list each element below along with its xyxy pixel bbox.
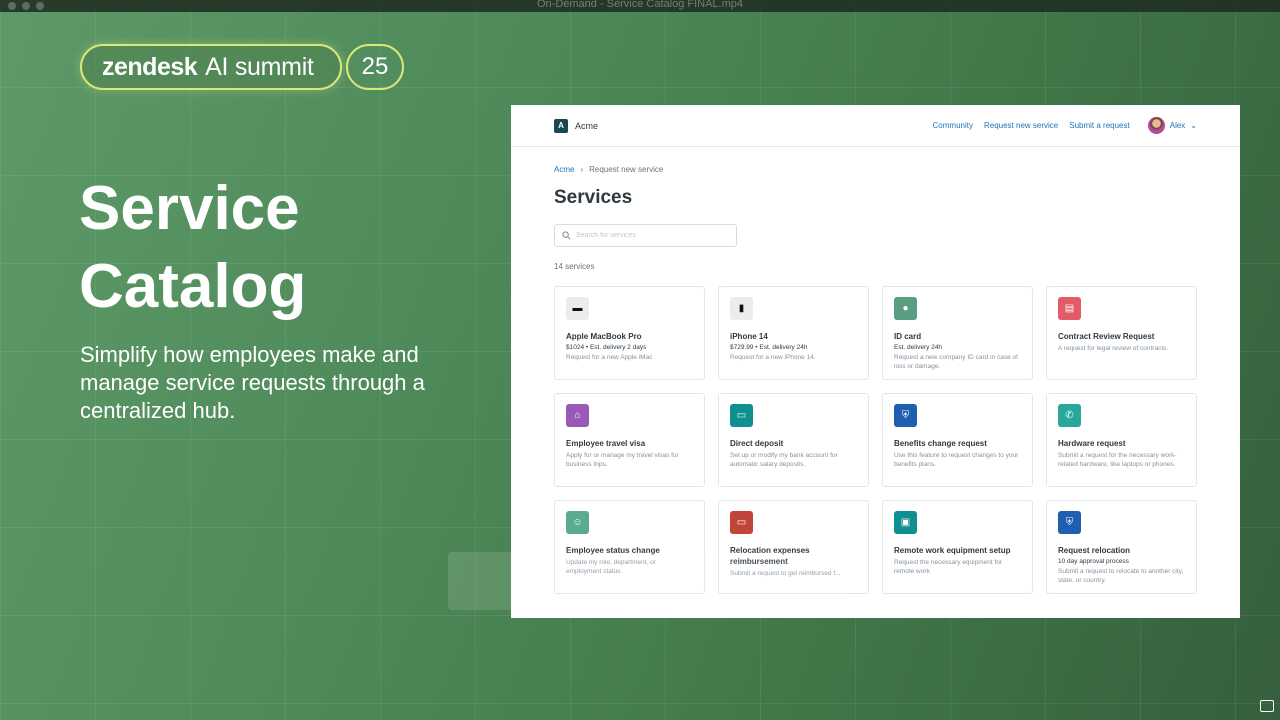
service-meta: Est. delivery 24h	[894, 344, 943, 351]
event-name: AI summit	[205, 52, 314, 81]
shield-icon: ⛨	[1058, 511, 1081, 534]
video-title: On-Demand - Service Catalog FINAL.mp4	[536, 0, 744, 10]
service-card[interactable]: ⛨ Request relocation 10 day approval proce…	[1046, 500, 1197, 594]
video-frame: On-Demand - Service Catalog FINAL.mp4 ze…	[0, 0, 1280, 720]
service-meta: $729.99 • Est. delivery 24h	[730, 344, 808, 351]
laptop-icon: ▬	[566, 297, 589, 320]
phone-call-icon: ✆	[1058, 404, 1081, 427]
service-description: Use this feature to request changes to y…	[894, 452, 1019, 468]
user-add-icon: ☺	[566, 511, 589, 534]
service-title: Direct deposit	[730, 439, 784, 448]
service-title: Hardware request	[1058, 439, 1126, 448]
app-header: A Acme Community Request new service Sub…	[511, 105, 1240, 147]
breadcrumb-home[interactable]: Acme	[554, 165, 574, 174]
chevron-right-icon: ›	[580, 165, 584, 174]
card-icon: ▭	[730, 511, 753, 534]
breadcrumb-current: Request new service	[589, 165, 664, 174]
service-card[interactable]: ⌂ Employee travel visa Apply for or manage…	[554, 393, 705, 487]
monitor-icon: ▣	[894, 511, 917, 534]
service-title: Request relocation	[1058, 546, 1131, 555]
service-card[interactable]: ⛨ Benefits change request Use this feature…	[882, 393, 1033, 487]
service-title: Benefits change request	[894, 439, 987, 448]
service-title: Contract Review Request	[1058, 332, 1155, 341]
top-nav: Community Request new service Submit a r…	[933, 117, 1197, 134]
main-content: Acme › Request new service Services 14 s…	[511, 147, 1240, 594]
service-card[interactable]: ▬ Apple MacBook Pro $1024 • Est. delivery …	[554, 286, 705, 380]
service-description: Request the necessary equipment for remo…	[894, 559, 1003, 575]
service-card[interactable]: ▭ Direct deposit Set up or modify my bank …	[718, 393, 869, 487]
services-grid: ▬ Apple MacBook Pro $1024 • Est. delivery …	[554, 286, 1197, 594]
chevron-down-icon[interactable]: ⌄	[1190, 121, 1197, 130]
search-box[interactable]	[554, 224, 737, 247]
nav-submit-request[interactable]: Submit a request	[1069, 121, 1129, 130]
service-title: Apple MacBook Pro	[566, 332, 642, 341]
nav-request-new-service[interactable]: Request new service	[984, 121, 1058, 130]
user-menu[interactable]: Alex ⌄	[1147, 117, 1197, 134]
service-card[interactable]: ● ID card Est. delivery 24h Request a new c…	[882, 286, 1033, 380]
service-description: Set up or modify my bank account for aut…	[730, 452, 838, 468]
breadcrumb: Acme › Request new service	[554, 165, 1197, 174]
search-icon	[562, 231, 571, 240]
shield-icon: ⛨	[894, 404, 917, 427]
hero-title-line1: Service	[79, 174, 300, 243]
service-card[interactable]: ▣ Remote work equipment setup Request the …	[882, 500, 1033, 594]
travel-icon: ⌂	[566, 404, 589, 427]
services-count: 14 services	[554, 262, 595, 271]
help-center-window: A Acme Community Request new service Sub…	[511, 105, 1240, 618]
service-description: Request for a new iPhone 14.	[730, 354, 816, 361]
deposit-icon: ▭	[730, 404, 753, 427]
acme-logo-icon[interactable]: A	[554, 118, 568, 133]
contract-icon: ▤	[1058, 297, 1081, 320]
service-meta: 10 day approval process	[1058, 558, 1129, 565]
hero-subtitle: Simplify how employees make and manage s…	[80, 342, 425, 423]
player-controls-overlay[interactable]	[448, 552, 843, 610]
service-card[interactable]: ▮ iPhone 14 $729.99 • Est. delivery 24h Req…	[718, 286, 869, 380]
service-description: A request for legal review of contracts.	[1058, 345, 1169, 352]
service-title: Remote work equipment setup	[894, 546, 1011, 555]
hero-title: Service Catalog	[79, 170, 439, 326]
user-name[interactable]: Alex	[1170, 121, 1186, 130]
phone-icon: ▮	[730, 297, 753, 320]
page-title: Services	[554, 187, 633, 208]
service-description: Apply for or manage my travel visas for …	[566, 452, 679, 468]
service-description: Request for a new Apple iMac	[566, 354, 653, 361]
captions-icon[interactable]	[1260, 700, 1274, 712]
service-card[interactable]: ✆ Hardware request Submit a request for th…	[1046, 393, 1197, 487]
service-title: Employee travel visa	[566, 439, 646, 448]
service-title: iPhone 14	[730, 332, 768, 341]
service-description: Submit a request to relocate to another …	[1058, 568, 1184, 584]
service-title: ID card	[894, 332, 922, 341]
id-card-icon: ●	[894, 297, 917, 320]
nav-community[interactable]: Community	[933, 121, 973, 130]
service-description: Request a new company ID card in case of…	[894, 354, 1018, 370]
app-name[interactable]: Acme	[575, 121, 598, 131]
service-card[interactable]: ▤ Contract Review Request A request for le…	[1046, 286, 1197, 380]
service-description: Submit a request for the necessary work-…	[1058, 452, 1177, 468]
event-year-badge: 25	[346, 44, 404, 90]
brand-name: zendesk	[102, 52, 198, 81]
avatar[interactable]	[1147, 117, 1165, 134]
hero-title-line2: Catalog	[79, 252, 307, 321]
zendesk-ai-summit-logo: zendesk AI summit	[80, 44, 342, 90]
service-meta: $1024 • Est. delivery 2 days	[566, 344, 647, 351]
search-input[interactable]	[576, 232, 726, 239]
